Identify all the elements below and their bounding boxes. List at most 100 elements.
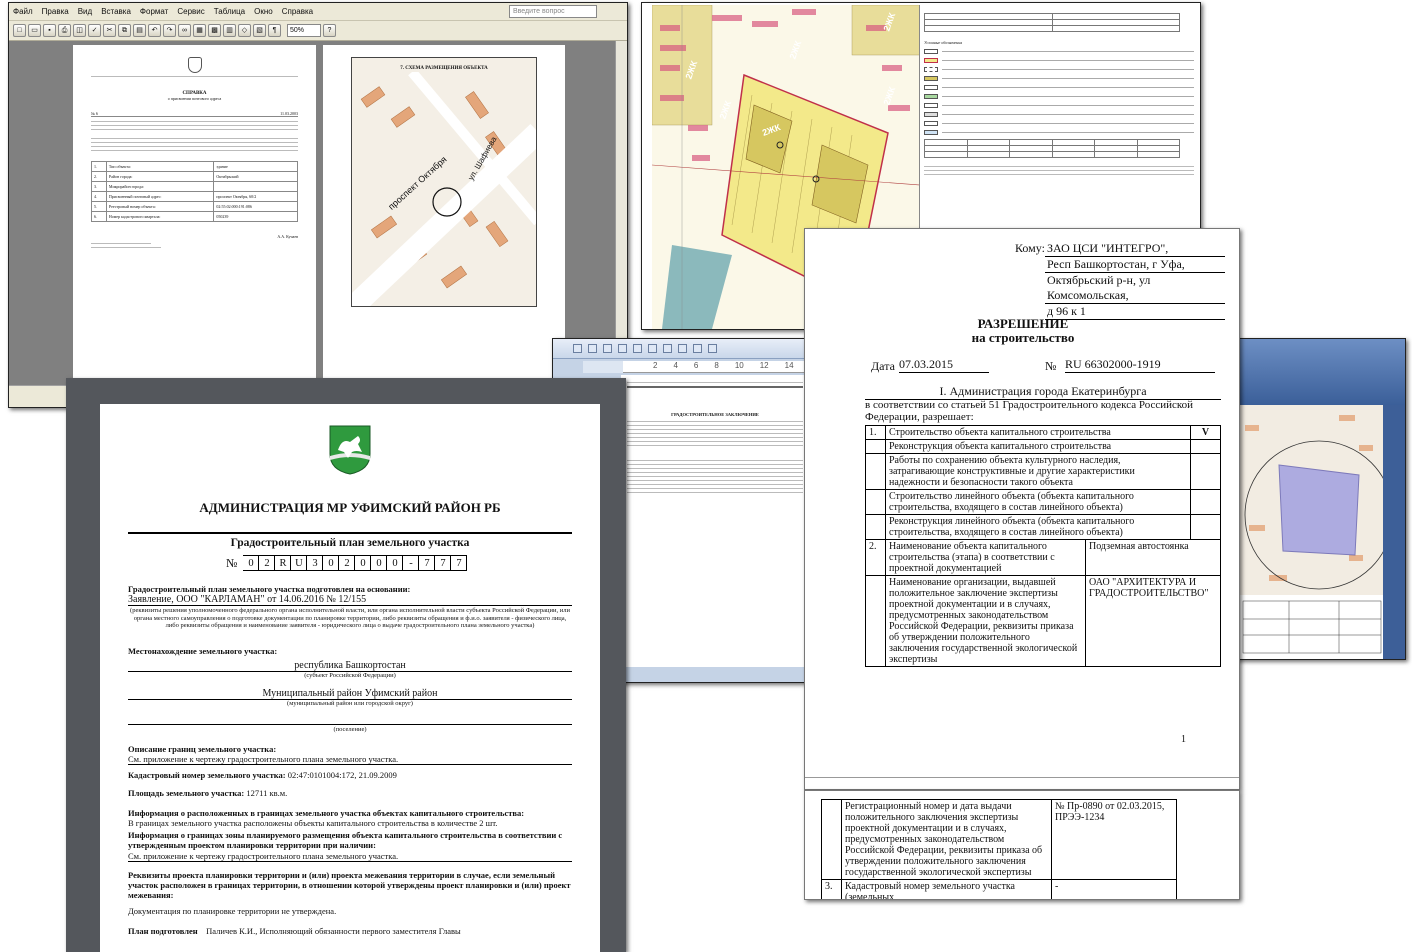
columns-icon[interactable]: ▥ — [223, 24, 236, 37]
scheme-title: 7. СХЕМА РАЗМЕЩЕНИЯ ОБЪЕКТА — [400, 66, 488, 71]
open-icon[interactable]: ▭ — [28, 24, 41, 37]
prepared-by-value: Паличев К.И., Исполняющий обязанности пе… — [206, 926, 461, 936]
table-row: 6. Номер кадастрового квартала: 050239 — [91, 211, 298, 222]
permit-date: 07.03.2015 — [899, 357, 989, 373]
subject-value: республика Башкортостан — [128, 660, 572, 672]
menu-edit[interactable]: Правка — [42, 7, 69, 16]
table-row: Работы по сохранению объекта культурного… — [865, 453, 1221, 490]
table-row: Реконструкция линейного объекта (объекта… — [865, 514, 1221, 540]
bashkortostan-emblem-icon — [187, 57, 202, 73]
gpzu-page: АДМИНИСТРАЦИЯ МР УФИМСКИЙ РАЙОН РБ Градо… — [100, 404, 600, 952]
permit-table-continued: Регистрационный номер и дата выдачи поло… — [821, 799, 1177, 899]
menu-table[interactable]: Таблица — [214, 7, 245, 16]
location-map: 7. СХЕМА РАЗМЕЩЕНИЯ ОБЪЕКТА проспект Окт… — [351, 57, 537, 307]
objects-heading: Информация о расположенных в границах зе… — [128, 808, 525, 818]
horizontal-ruler[interactable]: 246810121416 — [623, 361, 807, 373]
permit-table: 1. Строительство объекта капитального стр… — [865, 425, 1221, 667]
print-icon[interactable]: ⎙ — [58, 24, 71, 37]
menu-format[interactable]: Формат — [140, 7, 168, 16]
grid-icon[interactable] — [648, 344, 657, 353]
project-heading: Реквизиты проекта планировки территории … — [128, 870, 571, 900]
spravka-subtitle: о присвоении почтового адреса — [167, 96, 222, 101]
table-row: 5. Реестровый номер объекта: 02:55:02:000:… — [91, 201, 298, 212]
zone-value: См. приложение к чертежу градостроительн… — [128, 851, 572, 862]
to-label: Кому: — [1015, 241, 1045, 255]
bounds-value: См. приложение к чертежу градостроительн… — [128, 754, 572, 765]
table-icon[interactable]: ▦ — [193, 24, 206, 37]
new-icon[interactable]: □ — [13, 24, 26, 37]
menu-view[interactable]: Вид — [78, 7, 92, 16]
scheme-page: 7. СХЕМА РАЗМЕЩЕНИЯ ОБЪЕКТА проспект Окт… — [323, 45, 565, 383]
spell-icon[interactable]: ✓ — [88, 24, 101, 37]
drawing-icon[interactable]: ◇ — [238, 24, 251, 37]
save-icon[interactable] — [588, 344, 597, 353]
plan-legend: Условные обозначения — [924, 11, 1194, 211]
gpzu-document-window: АДМИНИСТРАЦИЯ МР УФИМСКИЙ РАЙОН РБ Градо… — [66, 378, 626, 952]
project-value: Документация по планировке территории не… — [128, 906, 337, 916]
number-label: № — [1045, 359, 1057, 373]
zaklyuchenie-page: ГРАДОСТРОИТЕЛЬНОЕ ЗАКЛЮЧЕНИЕ — [621, 375, 807, 675]
show-marks-icon[interactable]: ¶ — [268, 24, 281, 37]
table-row: 4. Присвоенный почтовый адрес: проспект Ок… — [91, 191, 298, 202]
table-row: 1. Строительство объекта капитального стр… — [865, 425, 1221, 440]
zoom-select[interactable]: 50% — [287, 24, 321, 37]
date-label: Дата — [871, 359, 895, 373]
table-row: Строительство линейного объекта (объекта… — [865, 489, 1221, 515]
zaklyuchenie-heading: ГРАДОСТРОИТЕЛЬНОЕ ЗАКЛЮЧЕНИЕ — [671, 412, 759, 417]
cut-icon[interactable]: ✂ — [103, 24, 116, 37]
district-value: Муниципальный район Уфимский район — [128, 688, 572, 700]
table-row: 2. Наименование объекта капитального стро… — [865, 539, 1221, 576]
gpzu-number: № 02RU302000-777 — [226, 555, 468, 571]
menu-tools[interactable]: Сервис — [177, 7, 204, 16]
more-icon[interactable] — [708, 344, 717, 353]
basis-value: Заявление, ООО "КАРЛАМАН" от 14.06.2016 … — [128, 594, 572, 606]
map-icon[interactable]: ▧ — [253, 24, 266, 37]
table-row: Регистрационный номер и дата выдачи поло… — [821, 799, 1177, 880]
help-search-input[interactable]: Введите вопрос — [509, 5, 597, 18]
basis-heading: Градостроительный план земельного участк… — [128, 584, 411, 594]
undo-icon[interactable]: ↶ — [148, 24, 161, 37]
border-icon[interactable] — [633, 344, 642, 353]
zoom-icon[interactable] — [663, 344, 672, 353]
table-row: 3. Микрорайон города: — [91, 181, 298, 192]
location-heading: Местонахождение земельного участка: — [128, 646, 278, 656]
spravka-signer: А.А. Кучаев — [277, 234, 298, 239]
table-row: Реконструкция объекта капитального строи… — [865, 439, 1221, 454]
permit-title: РАЗРЕШЕНИЕ на строительство — [971, 316, 1075, 345]
spravka-date: 11.03.2003 — [280, 111, 298, 116]
save-icon[interactable]: ▪ — [43, 24, 56, 37]
menu-file[interactable]: Файл — [13, 7, 33, 16]
building-permit-page-2: Регистрационный номер и дата выдачи поло… — [804, 790, 1240, 900]
style-icon[interactable] — [693, 344, 702, 353]
legal-basis: в соответствии со статьей 51 Градостроит… — [865, 399, 1194, 423]
table-icon[interactable] — [618, 344, 627, 353]
menu-insert[interactable]: Вставка — [101, 7, 131, 16]
help-icon[interactable]: ? — [323, 24, 336, 37]
addressee-line: Респ Башкортостан, г Уфа, — [1045, 257, 1225, 273]
subject-note: (субъект Российской Федерации) — [304, 672, 396, 679]
preview-icon[interactable]: ◫ — [73, 24, 86, 37]
building-permit-page: Кому: ЗАО ЦСИ "ИНТЕГРО", Респ Башкортост… — [804, 228, 1240, 790]
addressee-line: Октябрьский р-н, ул Комсомольская, — [1045, 273, 1225, 304]
document-title: Градостроительный план земельного участк… — [230, 537, 470, 549]
paste-icon[interactable]: ▤ — [133, 24, 146, 37]
undo-icon[interactable] — [573, 344, 582, 353]
copy-icon[interactable]: ⧉ — [118, 24, 131, 37]
cadastral-line: Кадастровый номер земельного участка: 02… — [128, 770, 397, 780]
standard-toolbar: □ ▭ ▪ ⎙ ◫ ✓ ✂ ⧉ ▤ ↶ ↷ ∞ ▦ ▩ ▥ ◇ ▧ ¶ 50% … — [9, 21, 627, 41]
prepared-by-line: План подготовлен Паличев К.И., Исполняющ… — [128, 926, 461, 936]
menu-window[interactable]: Окно — [254, 7, 273, 16]
redo-icon[interactable]: ↷ — [163, 24, 176, 37]
table-row: Наименование организации, выдавшей полож… — [865, 575, 1221, 667]
legend-title: Условные обозначения — [924, 40, 963, 45]
paragraph-icon[interactable] — [678, 344, 687, 353]
basis-note: (реквизиты решения уполномоченного федер… — [130, 607, 570, 629]
menu-help[interactable]: Справка — [282, 7, 313, 16]
bounds-heading: Описание границ земельного участка: — [128, 744, 277, 754]
link-icon[interactable]: ∞ — [178, 24, 191, 37]
excel-icon[interactable]: ▩ — [208, 24, 221, 37]
district-note: (муниципальный район или городской округ… — [287, 700, 413, 707]
print-icon[interactable] — [603, 344, 612, 353]
zone-heading: Информация о границах зоны планируемого … — [128, 830, 563, 850]
table-row: 2. Район города: Октябрьский — [91, 171, 298, 182]
